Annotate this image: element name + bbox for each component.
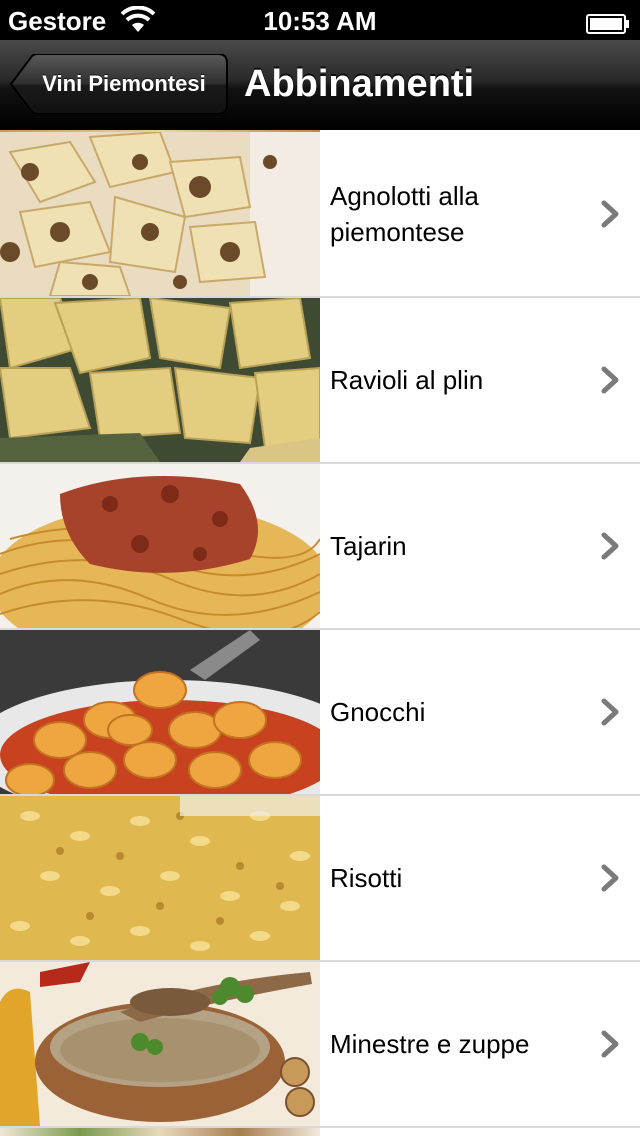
list-item[interactable]: Agnolotti alla piemontese [0, 132, 640, 298]
list-item-label: Risotti [330, 863, 403, 893]
chevron-right-icon [601, 532, 619, 560]
list-item-label: Gnocchi [330, 697, 426, 727]
chevron-right-icon [601, 698, 619, 726]
list-item-label: Ravioli al plin [330, 365, 484, 395]
back-button[interactable]: Vini Piemontesi [10, 54, 228, 114]
soup-photo [0, 962, 320, 1126]
chevron-right-icon [601, 864, 619, 892]
tajarin-photo [0, 464, 320, 628]
list-item[interactable]: Risotti [0, 796, 640, 962]
status-bar: Gestore 10:53 AM [0, 0, 640, 40]
list-item[interactable]: Gnocchi [0, 630, 640, 796]
wifi-icon [120, 5, 156, 34]
carrier-name: Gestore [8, 6, 107, 36]
list-item[interactable]: Tajarin [0, 464, 640, 630]
chevron-right-icon [601, 200, 619, 228]
list-item[interactable]: Minestre e zuppe [0, 962, 640, 1128]
gnocchi-photo [0, 630, 320, 794]
page-title: Abbinamenti [244, 63, 475, 105]
navigation-bar: Vini Piemontesi Abbinamenti [0, 40, 640, 130]
risotto-photo [0, 796, 320, 960]
battery-icon [586, 10, 630, 34]
list-item-label: Tajarin [330, 531, 407, 561]
chevron-right-icon [601, 1030, 619, 1058]
list-item[interactable]: Ravioli al plin [0, 298, 640, 464]
partial-row-image [0, 1128, 320, 1136]
ravioli-photo [0, 298, 320, 462]
agnolotti-photo [0, 132, 320, 296]
chevron-right-icon [601, 366, 619, 394]
dish-list[interactable]: Agnolotti alla piemontese Ravioli al pli… [0, 130, 640, 1136]
list-item-label: Agnolotti alla piemontese [330, 181, 479, 247]
back-button-label: Vini Piemontesi [42, 71, 206, 96]
list-item-label: Minestre e zuppe [330, 1029, 530, 1059]
